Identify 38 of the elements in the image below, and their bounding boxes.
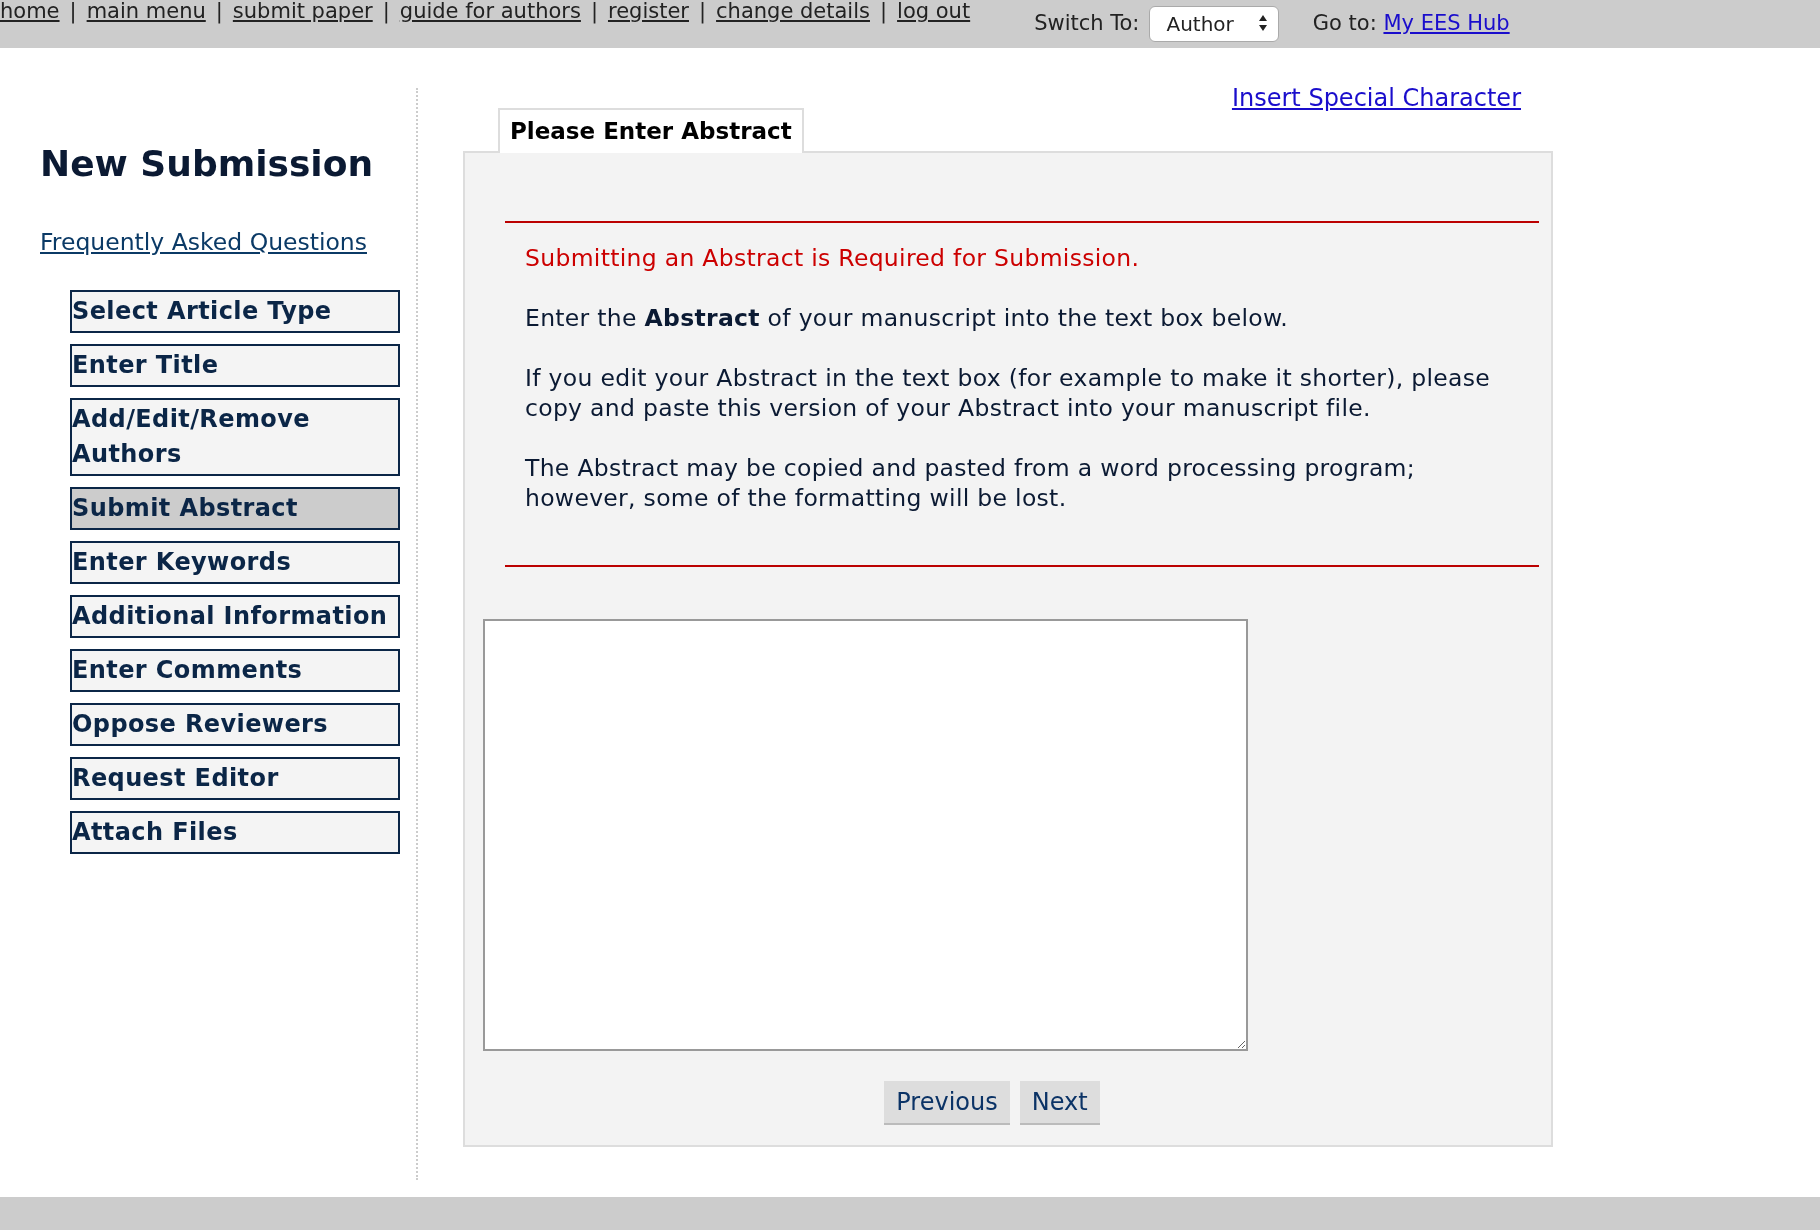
separator: | — [699, 0, 707, 26]
separator: | — [880, 0, 888, 26]
nav-link[interactable]: main menu — [86, 0, 206, 28]
sidebar-step-button[interactable]: Request Editor — [70, 757, 400, 801]
sidebar-step-button[interactable]: Submit Abstract — [70, 487, 400, 531]
nav-button[interactable]: Previous — [884, 1080, 1010, 1125]
abstract-text-area[interactable] — [483, 618, 1248, 1051]
sidebar-step-button[interactable]: Attach Files — [70, 811, 400, 855]
nav-link[interactable]: change details — [716, 0, 870, 28]
faq-link[interactable]: Frequently Asked Questions — [40, 225, 367, 261]
sidebar-step-button[interactable]: Oppose Reviewers — [70, 703, 400, 747]
nav-link[interactable]: home — [0, 0, 60, 28]
go-to-label: Go to: — [1312, 11, 1377, 36]
instruction-text: The Abstract may be copied and pasted from a word processing program; however, some of the formatting will be lost. — [525, 452, 1416, 513]
sidebar-step-button[interactable]: Enter Keywords — [70, 541, 400, 585]
sidebar-step-button[interactable]: Select Article Type — [70, 290, 400, 334]
select-arrows-icon — [1257, 14, 1268, 32]
role-select[interactable]: Author — [1149, 6, 1279, 42]
nav-button[interactable]: Next — [1019, 1080, 1100, 1125]
nav-link[interactable]: log out — [897, 0, 971, 28]
nav-link[interactable]: guide for authors — [399, 0, 581, 28]
sidebar-step-button[interactable]: Enter Comments — [70, 649, 400, 693]
separator: | — [382, 0, 390, 26]
sidebar-step-button[interactable]: Additional Information — [70, 595, 400, 639]
separator: | — [590, 0, 598, 26]
separator: | — [69, 0, 77, 26]
instruction-text: Enter the Abstract of your manuscript into the text box below. — [525, 302, 1290, 333]
switch-to-label: Switch To: — [1034, 10, 1140, 38]
separator: | — [215, 0, 223, 26]
special-character-link[interactable]: Insert Special Character — [1231, 80, 1521, 110]
required-notice: Submitting an Abstract is Required for Submission. — [525, 242, 1141, 273]
hub-link[interactable]: My EES Hub — [1383, 11, 1510, 36]
sidebar-step-button[interactable]: Add/Edit/Remove Authors — [70, 398, 400, 477]
sidebar-title: New Submission — [40, 142, 375, 186]
sidebar-step-button[interactable]: Enter Title — [70, 344, 400, 388]
nav-link[interactable]: register — [608, 0, 689, 28]
instruction-text: If you edit your Abstract in the text box (for example to make it shorter), please copy and paste this version of your Abstract into your manuscript file. — [525, 362, 1492, 423]
nav-link[interactable]: submit paper — [232, 0, 373, 28]
